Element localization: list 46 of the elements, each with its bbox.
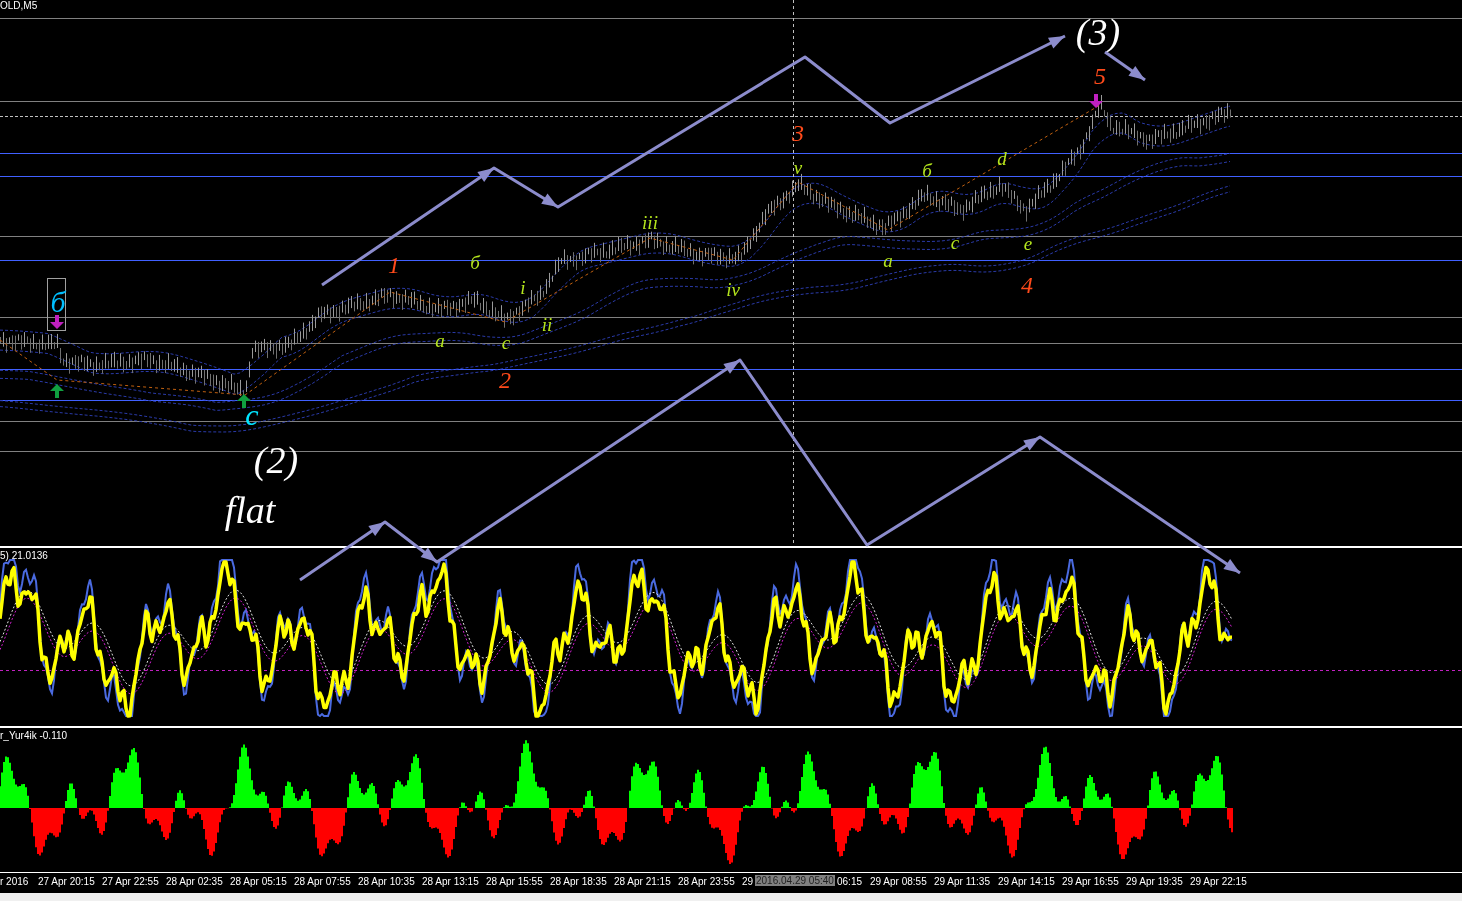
wave-label: 5 [1094,64,1106,88]
time-label: r 2016 [0,876,29,887]
wave-label: ii [541,314,553,334]
cursor-time-label: 2016.04.29 05:40 [755,875,835,886]
wave-label: 2 [499,368,511,392]
wave-label: i [520,277,526,297]
time-label: 28 Apr 02:35 [166,876,223,887]
wave-label: d [997,148,1007,168]
time-label: 28 Apr 13:15 [422,876,479,887]
time-label: 29 Apr 16:55 [1062,876,1119,887]
wave-label: б [922,160,932,180]
time-label: 27 Apr 20:15 [38,876,95,887]
time-label: 28 Apr 07:55 [294,876,351,887]
chart-title: OLD,M5 [0,0,38,12]
time-label: 29 Apr 14:15 [998,876,1055,887]
wave-label: (2) [253,441,299,479]
time-label: 29 Apr 19:35 [1126,876,1183,887]
up-arrow-icon [237,394,251,408]
wave-label: iv [726,279,740,299]
wave-label: 4 [1021,273,1033,297]
time-label: 29 [742,876,754,887]
time-label: 28 Apr 05:15 [230,876,287,887]
time-label: 29 Apr 11:35 [934,876,990,887]
wave-label: e [1023,233,1033,253]
up-arrow-icon [50,384,64,398]
down-arrow-icon [50,315,64,329]
wave-label: c [245,400,259,430]
time-label: 28 Apr 23:55 [678,876,735,887]
down-arrow-icon [1089,94,1103,108]
time-label: 27 Apr 22:55 [102,876,159,887]
indicator-label: r_Yur4ik -0.110 [0,730,68,742]
indicator-label: 5) 21.0136 [0,550,48,562]
time-label: 28 Apr 15:55 [486,876,543,887]
wave-label: 3 [792,121,804,145]
wave-label: v [793,157,803,177]
time-label: 28 Apr 18:35 [550,876,607,887]
time-label: 29 Apr 22:15 [1190,876,1247,887]
wave-label: (3) [1075,13,1121,51]
time-label: 06:15 [837,876,863,887]
wave-label: a [435,330,445,350]
time-label: 28 Apr 10:35 [358,876,415,887]
wave-label: flat [224,491,276,529]
time-label: 29 Apr 08:55 [870,876,927,887]
time-label: 28 Apr 21:15 [614,876,671,887]
wave-label: c [950,232,960,252]
wave-label: iii [642,212,658,232]
